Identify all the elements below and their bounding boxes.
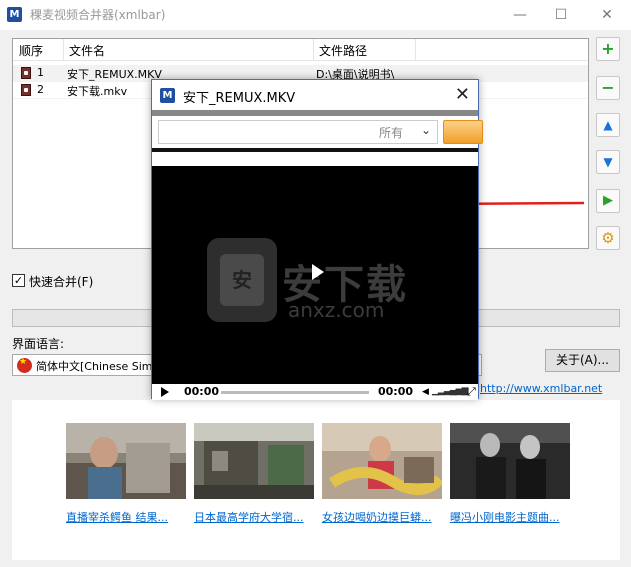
shield-icon: 安	[220, 254, 264, 306]
player-toolbar: 所有 ⌄	[152, 116, 483, 148]
volume-icon[interactable]: ◀	[422, 387, 429, 397]
minimize-icon[interactable]: —	[505, 4, 535, 26]
player-divider	[152, 148, 478, 152]
thumbnail-image[interactable]	[322, 423, 442, 499]
video-file-icon	[21, 84, 31, 96]
title-bar: M 稞麦视频合并器(xmlbar) — ☐ ✕	[0, 0, 631, 30]
play-overlay-icon	[312, 264, 324, 280]
play-button-icon[interactable]	[161, 387, 169, 397]
player-filter-select[interactable]: 所有 ⌄	[158, 120, 438, 144]
watermark-domain: anxz.com	[288, 298, 385, 322]
player-app-icon: M	[160, 88, 175, 103]
watermark-logo-icon: 安	[207, 238, 277, 322]
player-controls: 00:00 00:00 ◀ ▁▂▃▄▅▆ ⤢	[152, 384, 478, 400]
thumbnail-caption[interactable]: 日本最高学府大学宿...	[194, 509, 316, 525]
remove-icon: −	[601, 78, 615, 97]
thumbnail-image[interactable]	[66, 423, 186, 499]
close-icon[interactable]: ✕	[592, 4, 622, 26]
about-button[interactable]: 关于(A)...	[545, 349, 620, 372]
recommendation-panel: 直播宰杀鳄鱼 结果... 日本最高学府大学宿... 女孩边喝奶边摸巨蟒... 曝…	[12, 400, 620, 560]
settings-button[interactable]: ⚙	[596, 226, 620, 250]
app-icon: M	[7, 7, 22, 22]
row-order: 2	[37, 83, 44, 96]
column-header-order[interactable]: 顺序	[19, 42, 43, 59]
volume-slider[interactable]: ▁▂▃▄▅▆	[432, 386, 469, 396]
player-window[interactable]: M 安下_REMUX.MKV ✕ 所有 ⌄ 安 安下载 anxz.com 00:…	[151, 79, 483, 400]
total-time: 00:00	[378, 385, 414, 398]
player-close-icon[interactable]: ✕	[455, 84, 470, 105]
thumbnail-image[interactable]	[450, 423, 570, 499]
seek-bar[interactable]	[221, 391, 369, 394]
language-selected: 简体中文[Chinese Simpl	[36, 360, 163, 373]
chevron-down-icon: ⌄	[420, 123, 431, 137]
player-title-bar: M 安下_REMUX.MKV ✕	[152, 80, 478, 110]
row-filename: 安下载.mkv	[67, 85, 128, 98]
add-icon: +	[601, 39, 615, 58]
video-file-icon	[21, 67, 31, 79]
filter-label: 所有	[378, 126, 403, 140]
website-link[interactable]: http://www.xmlbar.net	[480, 382, 602, 395]
column-header-filename[interactable]: 文件名	[69, 42, 105, 59]
china-flag-icon	[17, 357, 32, 373]
player-action-button[interactable]	[443, 120, 483, 144]
video-area[interactable]: 安 安下载 anxz.com	[152, 166, 478, 384]
thumbnail-caption[interactable]: 曝冯小刚电影主题曲...	[450, 509, 572, 525]
move-down-button[interactable]: ▼	[596, 150, 620, 174]
fast-merge-checkbox[interactable]: ✓	[12, 274, 25, 287]
row-filename: 安下_REMUX.MKV	[67, 68, 162, 81]
row-order: 1	[37, 66, 44, 79]
add-file-button[interactable]: +	[596, 37, 620, 61]
settings-icon: ⚙	[601, 229, 615, 247]
thumbnail-caption[interactable]: 女孩边喝奶边摸巨蟒...	[322, 509, 444, 525]
language-label: 界面语言:	[12, 337, 65, 351]
current-time: 00:00	[184, 385, 220, 398]
move-up-icon: ▲	[603, 118, 613, 132]
fullscreen-icon[interactable]: ⤢	[467, 385, 476, 399]
window-title: 稞麦视频合并器(xmlbar)	[30, 8, 166, 22]
move-down-icon: ▼	[603, 155, 613, 169]
merge-start-button[interactable]: ▶	[596, 189, 620, 213]
move-up-button[interactable]: ▲	[596, 113, 620, 137]
thumbnail-image[interactable]	[194, 423, 314, 499]
table-header: 顺序 文件名 文件路径	[13, 39, 588, 61]
fast-merge-label: 快速合并(F)	[29, 275, 94, 289]
thumbnail-caption[interactable]: 直播宰杀鳄鱼 结果...	[66, 509, 188, 525]
maximize-icon[interactable]: ☐	[546, 4, 576, 26]
remove-file-button[interactable]: −	[596, 76, 620, 100]
column-header-path[interactable]: 文件路径	[319, 42, 367, 59]
play-icon: ▶	[603, 193, 613, 208]
player-title: 安下_REMUX.MKV	[183, 91, 296, 106]
